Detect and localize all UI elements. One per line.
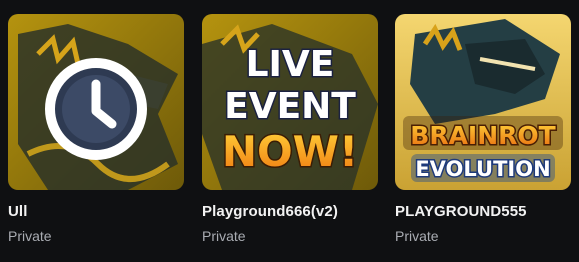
game-privacy-status: Private [202,228,246,244]
now-text: NOW! [222,127,358,176]
dinosaur-art-icon [8,14,184,190]
live-event-banner: LIVE EVENT NOW! [202,14,378,190]
game-privacy-status: Private [8,228,52,244]
game-thumbnail[interactable] [8,14,184,190]
game-thumbnail[interactable]: BRAINROT EVOLUTION [395,14,571,190]
brainrot-evolution-logo: BRAINROT EVOLUTION [395,14,571,190]
brainrot-text: BRAINROT [410,121,555,150]
game-card-playground555[interactable]: BRAINROT EVOLUTION PLAYGROUND555 Private [395,14,571,250]
game-title[interactable]: PLAYGROUND555 [395,203,527,220]
event-text: EVENT [224,86,356,127]
clock-icon [45,58,147,160]
live-text: LIVE [246,44,335,85]
game-card-ull[interactable]: Ull Private [8,14,184,250]
game-title[interactable]: Playground666(v2) [202,203,338,220]
evolution-text: EVOLUTION [415,157,550,181]
game-thumbnail[interactable]: LIVE EVENT NOW! [202,14,378,190]
game-title[interactable]: Ull [8,203,27,220]
game-privacy-status: Private [395,228,439,244]
game-card-playground666[interactable]: LIVE EVENT NOW! Playground666(v2) Privat… [202,14,378,250]
